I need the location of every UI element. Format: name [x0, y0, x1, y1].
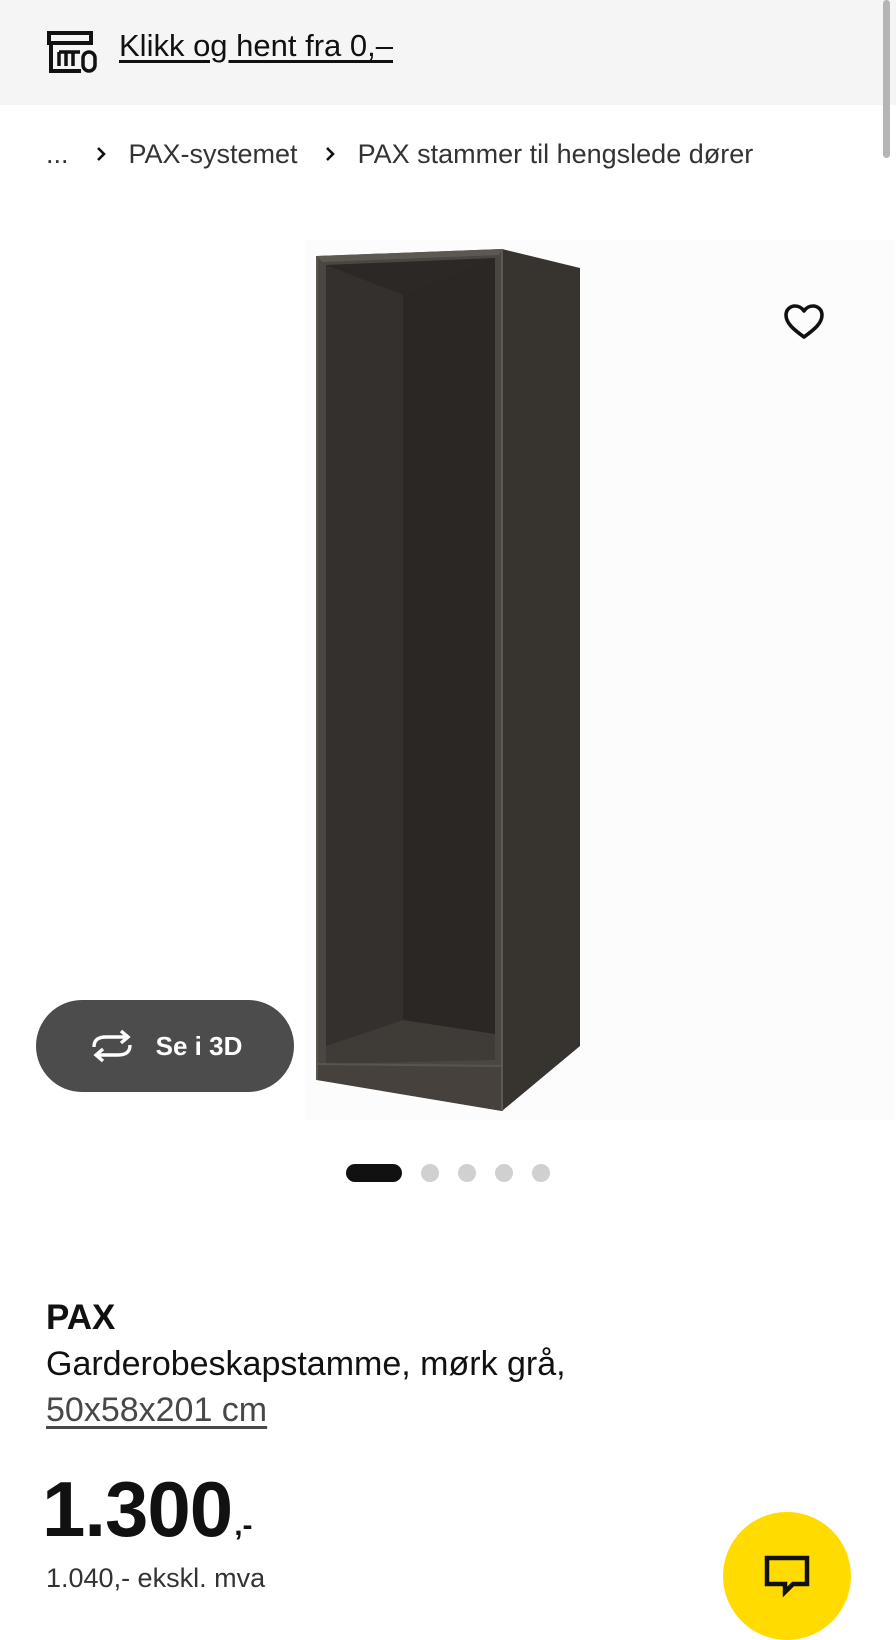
wardrobe-frame-picture	[316, 249, 580, 1111]
price-suffix: ,-	[234, 1509, 253, 1542]
top-banner: Klikk og hent fra 0,–	[0, 0, 896, 105]
chevron-right-icon	[325, 147, 335, 161]
breadcrumb-ellipsis[interactable]: ...	[46, 139, 69, 170]
heart-icon	[784, 304, 824, 339]
carousel-dot-3[interactable]	[458, 1164, 476, 1182]
view-in-3d-button[interactable]: Se i 3D	[36, 1000, 294, 1092]
chat-button[interactable]	[723, 1512, 851, 1640]
scrollbar[interactable]	[883, 0, 890, 158]
view-in-3d-label: Se i 3D	[155, 1030, 243, 1061]
product-price: 1.300 ,-	[42, 1465, 253, 1553]
breadcrumb-pax-system[interactable]: PAX-systemet	[129, 139, 298, 170]
click-and-collect-link[interactable]: Klikk og hent fra 0,–	[119, 26, 393, 66]
breadcrumb: ... PAX-systemet PAX stammer til hengsle…	[46, 134, 753, 174]
product-image[interactable]	[305, 240, 895, 1120]
favorite-button[interactable]	[764, 286, 844, 358]
store-icon	[47, 31, 97, 73]
carousel-dot-2[interactable]	[421, 1164, 439, 1182]
carousel-dot-4[interactable]	[495, 1164, 513, 1182]
chat-icon	[764, 1555, 810, 1598]
breadcrumb-pax-frames[interactable]: PAX stammer til hengslede dører	[358, 139, 754, 170]
product-size-link[interactable]: 50x58x201 cm	[46, 1388, 267, 1432]
price-excluding-vat: 1.040,- ekskl. mva	[46, 1563, 266, 1593]
product-description: Garderobeskapstamme, mørk grå,	[46, 1345, 566, 1383]
carousel-dot-1[interactable]	[346, 1164, 402, 1182]
carousel-dot-5[interactable]	[532, 1164, 550, 1182]
image-carousel-indicator	[346, 1164, 569, 1182]
product-brand: PAX	[46, 1298, 116, 1337]
chevron-right-icon	[96, 147, 106, 161]
price-integer: 1.300	[42, 1465, 233, 1553]
rotate-3d-icon	[91, 1029, 132, 1063]
